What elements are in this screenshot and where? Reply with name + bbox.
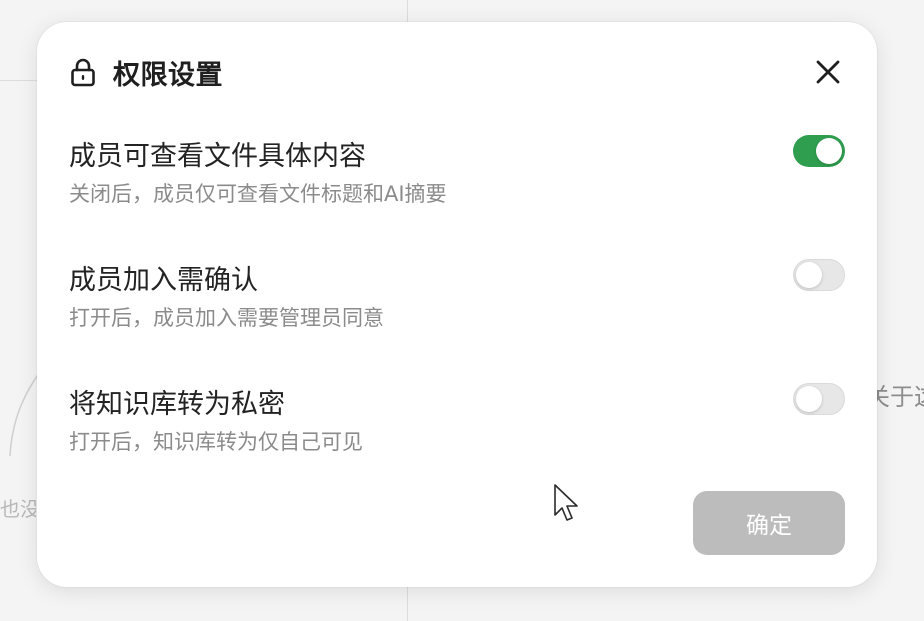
setting-description: 打开后，知识库转为仅自己可见: [69, 430, 363, 454]
dialog-header: 权限设置: [70, 52, 844, 92]
toggle-knob: [796, 386, 822, 412]
setting-label: 将知识库转为私密: [69, 389, 285, 420]
toggle-join-confirmation[interactable]: [793, 259, 845, 291]
setting-row-join-confirmation: 成员加入需确认 打开后，成员加入需要管理员同意: [69, 258, 845, 348]
background-divider-horizontal: [0, 80, 40, 81]
permission-settings-dialog: 权限设置 成员可查看文件具体内容 关闭后，成员仅可查看文件标题和AI摘要 成员加…: [37, 22, 877, 587]
toggle-knob: [816, 138, 842, 164]
setting-description: 打开后，成员加入需要管理员同意: [69, 306, 384, 330]
setting-description: 关闭后，成员仅可查看文件标题和AI摘要: [69, 182, 447, 206]
setting-row-make-private: 将知识库转为私密 打开后，知识库转为仅自己可见: [69, 382, 845, 472]
setting-label: 成员可查看文件具体内容: [69, 141, 366, 172]
setting-row-view-file-content: 成员可查看文件具体内容 关闭后，成员仅可查看文件标题和AI摘要: [69, 134, 845, 224]
setting-label: 成员加入需确认: [69, 265, 258, 296]
close-icon[interactable]: [812, 56, 844, 88]
background-text-left: 也没: [0, 497, 36, 521]
toggle-view-file-content[interactable]: [793, 135, 845, 167]
toggle-knob: [796, 262, 822, 288]
lock-icon: [70, 57, 96, 87]
mouse-pointer-icon: [554, 484, 578, 521]
confirm-button[interactable]: 确定: [693, 491, 845, 555]
toggle-make-private[interactable]: [793, 383, 845, 415]
dialog-title: 权限设置: [113, 59, 223, 91]
